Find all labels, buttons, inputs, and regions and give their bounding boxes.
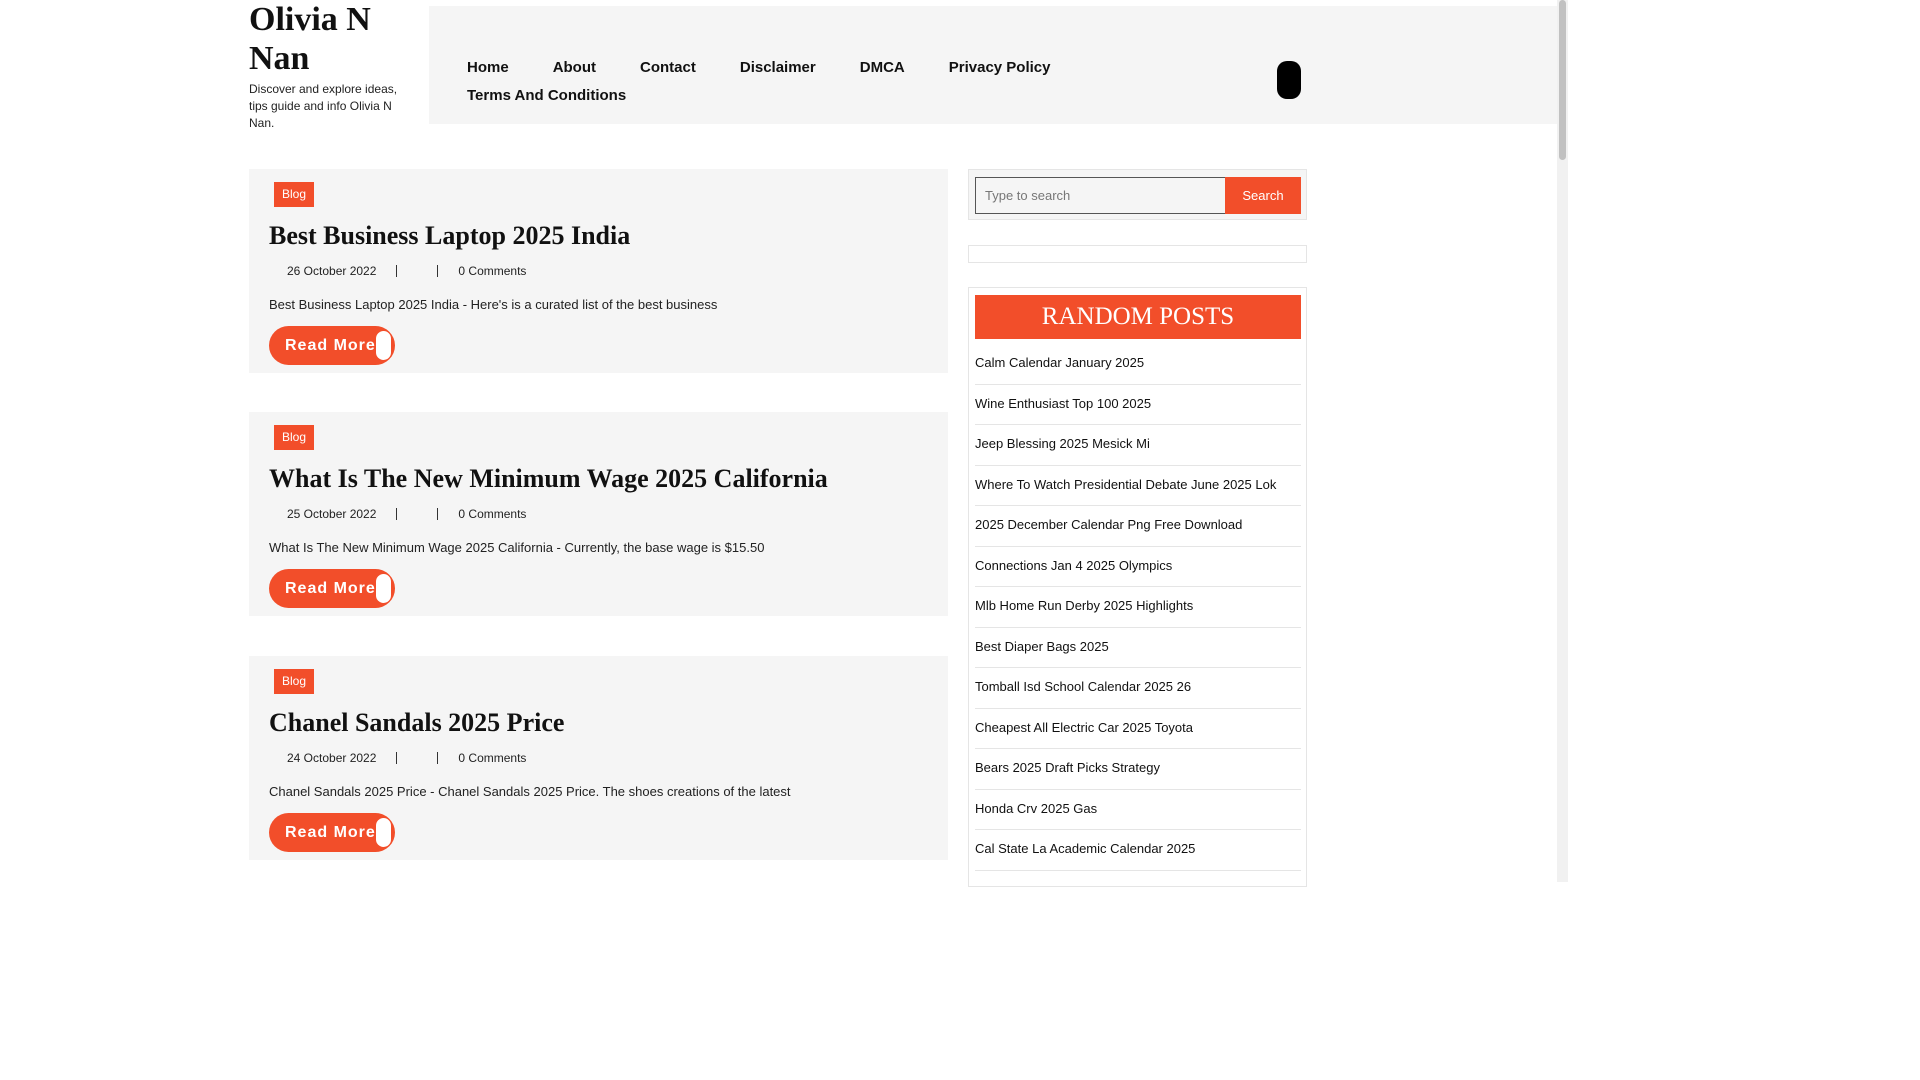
post-meta: 25 October 2022 0 Comments	[287, 507, 526, 521]
read-more-label: Read More	[285, 337, 376, 354]
read-more-button[interactable]: Read More	[269, 569, 395, 608]
page-scrollbar[interactable]	[1557, 0, 1568, 882]
random-posts-heading: RANDOM POSTS	[975, 295, 1301, 339]
nav-item-dmca[interactable]: DMCA	[860, 54, 905, 82]
search-widget: Search	[968, 169, 1307, 220]
post-date: 25 October 2022	[287, 507, 377, 521]
site-tagline: Discover and explore ideas, tips guide a…	[249, 82, 398, 130]
post-title[interactable]: Best Business Laptop 2025 India	[269, 221, 630, 251]
post-excerpt: What Is The New Minimum Wage 2025 Califo…	[269, 540, 765, 555]
random-post-link[interactable]: Connections Jan 4 2025 Olympics	[975, 547, 1301, 587]
read-more-button[interactable]: Read More	[269, 813, 395, 852]
nav-links: Home About Contact Disclaimer DMCA Priva…	[467, 54, 1107, 110]
read-more-label: Read More	[285, 824, 376, 841]
site-brand: Olivia N Nan Discover and explore ideas,…	[249, 0, 414, 132]
random-post-link[interactable]: Cal State La Academic Calendar 2025	[975, 830, 1301, 871]
random-post-link[interactable]: Calm Calendar January 2025	[975, 344, 1301, 385]
post-date: 24 October 2022	[287, 751, 377, 765]
meta-divider	[396, 265, 398, 277]
empty-widget	[968, 245, 1307, 263]
post-card: Blog Chanel Sandals 2025 Price 24 Octobe…	[249, 656, 948, 860]
search-input[interactable]	[975, 177, 1226, 214]
category-badge[interactable]: Blog	[274, 182, 315, 207]
random-post-link[interactable]: Tomball Isd School Calendar 2025 26	[975, 668, 1301, 709]
read-more-pill-icon	[376, 818, 391, 847]
search-button[interactable]: Search	[1225, 177, 1301, 214]
random-post-link[interactable]: Best Diaper Bags 2025	[975, 628, 1301, 668]
nav-item-home[interactable]: Home	[467, 54, 509, 82]
post-comments[interactable]: 0 Comments	[458, 751, 526, 765]
meta-divider	[396, 752, 398, 764]
random-post-link[interactable]: Jeep Blessing 2025 Mesick Mi	[975, 425, 1301, 466]
post-card: Blog What Is The New Minimum Wage 2025 C…	[249, 412, 948, 616]
meta-divider	[437, 752, 439, 764]
post-meta: 26 October 2022 0 Comments	[287, 264, 526, 278]
random-post-link[interactable]: 2025 December Calendar Png Free Download	[975, 506, 1301, 547]
nav-item-privacy-policy[interactable]: Privacy Policy	[949, 54, 1051, 82]
post-excerpt: Best Business Laptop 2025 India - Here's…	[269, 297, 718, 312]
random-posts-widget: RANDOM POSTS Calm Calendar January 2025 …	[968, 287, 1307, 887]
scrollbar-thumb[interactable]	[1559, 0, 1566, 160]
random-post-link[interactable]: Wine Enthusiast Top 100 2025	[975, 385, 1301, 425]
read-more-button[interactable]: Read More	[269, 326, 395, 365]
read-more-label: Read More	[285, 580, 376, 597]
category-badge[interactable]: Blog	[274, 425, 315, 450]
random-post-link[interactable]: Cheapest All Electric Car 2025 Toyota	[975, 709, 1301, 749]
random-posts-list: Calm Calendar January 2025 Wine Enthusia…	[975, 344, 1301, 871]
nav-item-contact[interactable]: Contact	[640, 54, 696, 82]
random-post-link[interactable]: Bears 2025 Draft Picks Strategy	[975, 749, 1301, 790]
post-excerpt: Chanel Sandals 2025 Price - Chanel Sanda…	[269, 784, 791, 799]
meta-divider	[396, 508, 398, 520]
post-title[interactable]: Chanel Sandals 2025 Price	[269, 708, 564, 738]
random-post-link[interactable]: Where To Watch Presidential Debate June …	[975, 466, 1301, 506]
site-title[interactable]: Olivia N Nan	[249, 0, 414, 78]
meta-divider	[437, 508, 439, 520]
menu-toggle-icon[interactable]	[1277, 61, 1301, 99]
main-navbar: Home About Contact Disclaimer DMCA Priva…	[429, 6, 1557, 124]
category-badge[interactable]: Blog	[274, 669, 315, 694]
random-post-link[interactable]: Honda Crv 2025 Gas	[975, 790, 1301, 830]
post-title[interactable]: What Is The New Minimum Wage 2025 Califo…	[269, 464, 828, 494]
post-meta: 24 October 2022 0 Comments	[287, 751, 526, 765]
post-comments[interactable]: 0 Comments	[458, 264, 526, 278]
meta-divider	[437, 265, 439, 277]
read-more-pill-icon	[376, 574, 391, 603]
post-card: Blog Best Business Laptop 2025 India 26 …	[249, 169, 948, 373]
nav-item-terms-and-conditions[interactable]: Terms And Conditions	[467, 82, 626, 110]
nav-item-about[interactable]: About	[553, 54, 596, 82]
post-comments[interactable]: 0 Comments	[458, 507, 526, 521]
nav-item-disclaimer[interactable]: Disclaimer	[740, 54, 816, 82]
post-date: 26 October 2022	[287, 264, 377, 278]
random-post-link[interactable]: Mlb Home Run Derby 2025 Highlights	[975, 587, 1301, 628]
read-more-pill-icon	[376, 331, 391, 360]
